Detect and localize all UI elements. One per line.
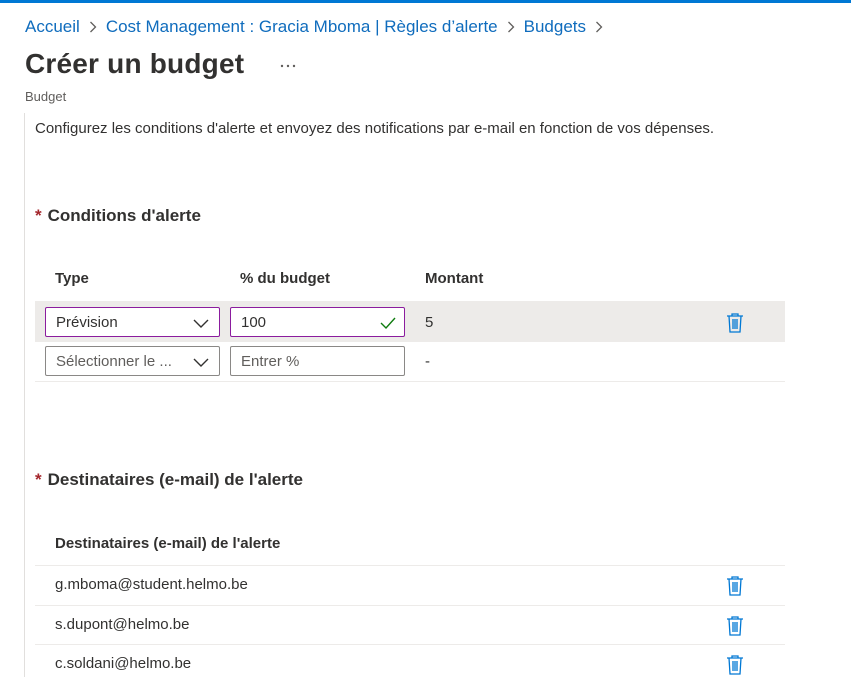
page-title: Créer un budget [25,48,245,79]
email-address: s.dupont@helmo.be [55,616,190,633]
trash-icon[interactable] [726,312,744,333]
condition-row-new: Sélectionner le ... Entrer % - [35,342,785,382]
amount-value: 5 [425,314,434,331]
alert-recipients-title: Destinataires (e-mail) de l'alerte [47,470,303,489]
email-row: c.soldani@helmo.be [35,645,785,677]
type-dropdown[interactable]: Prévision [45,307,220,337]
chevron-right-icon [595,21,603,33]
email-row: s.dupont@helmo.be [35,606,785,645]
condition-row[interactable]: Prévision 100 5 [35,302,785,342]
content-divider [24,113,25,677]
alert-conditions-title: Conditions d'alerte [47,206,201,225]
alert-conditions-heading: * Conditions d'alerte [35,206,201,226]
more-horizontal-icon[interactable] [278,58,298,74]
chevron-down-icon [193,316,209,328]
top-accent-bar [0,0,851,3]
column-header-email: Destinataires (e-mail) de l'alerte [55,535,281,552]
breadcrumb-budgets[interactable]: Budgets [524,17,586,37]
email-row: g.mboma@student.helmo.be [35,566,785,605]
breadcrumb-home[interactable]: Accueil [25,17,80,37]
email-address: g.mboma@student.helmo.be [55,576,248,593]
type-dropdown-placeholder: Sélectionner le ... [56,352,172,370]
column-header-percent: % du budget [240,270,330,287]
trash-icon[interactable] [726,575,744,596]
chevron-right-icon [89,21,97,33]
percent-input[interactable]: Entrer % [230,346,405,376]
column-header-amount: Montant [425,270,484,287]
percent-input[interactable]: 100 [230,307,405,337]
page-description: Configurez les conditions d'alerte et en… [35,120,715,137]
percent-input-placeholder: Entrer % [241,352,300,370]
chevron-right-icon [507,21,515,33]
type-dropdown[interactable]: Sélectionner le ... [45,346,220,376]
column-header-type: Type [55,270,89,287]
type-dropdown-value: Prévision [56,313,118,331]
trash-icon[interactable] [726,654,744,675]
amount-value: - [425,353,430,370]
breadcrumb-cost-management[interactable]: Cost Management : Gracia Mboma | Règles … [106,17,498,37]
checkmark-icon [380,316,396,330]
chevron-down-icon [193,355,209,367]
email-address: c.soldani@helmo.be [55,655,192,672]
alert-recipients-heading: * Destinataires (e-mail) de l'alerte [35,470,303,490]
trash-icon[interactable] [726,615,744,636]
page-subtitle: Budget [25,89,67,104]
row-divider [35,381,785,382]
required-marker: * [35,470,42,489]
percent-input-value: 100 [241,313,267,331]
breadcrumb: Accueil Cost Management : Gracia Mboma |… [25,16,612,38]
required-marker: * [35,206,42,225]
